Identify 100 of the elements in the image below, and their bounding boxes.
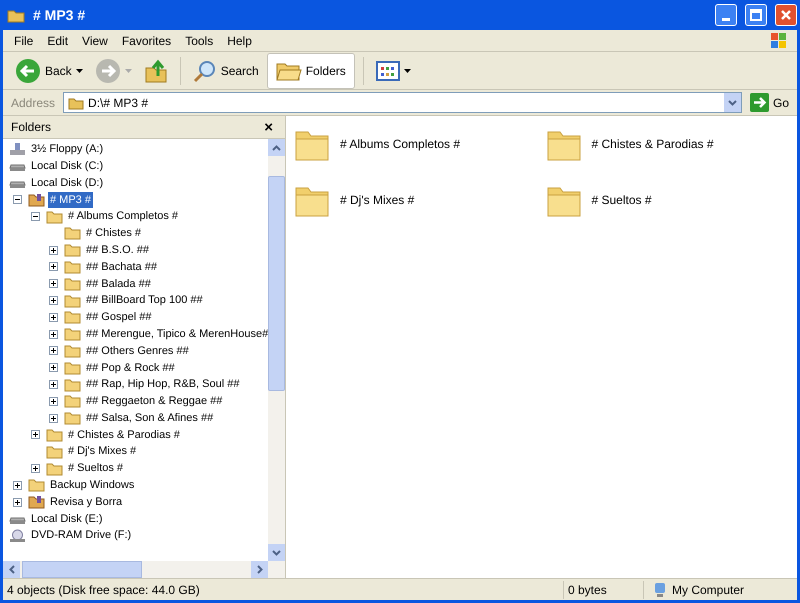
- tree-item[interactable]: ## Merengue, Tipico & MerenHouse#: [84, 326, 268, 342]
- tree-item[interactable]: ## Balada ##: [84, 276, 153, 292]
- horizontal-scrollbar[interactable]: [3, 561, 268, 578]
- folder-icon: [64, 394, 81, 408]
- tree-item[interactable]: # MP3 #: [48, 192, 93, 208]
- status-zone: My Computer: [672, 582, 744, 598]
- tree-item[interactable]: ## Pop & Rock ##: [84, 360, 177, 376]
- menu-item[interactable]: Edit: [40, 32, 76, 50]
- folder-label[interactable]: # Sueltos #: [592, 191, 652, 209]
- chevron-down-icon: [728, 100, 737, 106]
- up-folder-icon[interactable]: [144, 58, 168, 84]
- folder-icon: [28, 478, 45, 492]
- expand-icon[interactable]: [49, 262, 58, 272]
- tree-item[interactable]: ## B.S.O. ##: [84, 242, 151, 258]
- windows-logo-icon: [769, 32, 789, 50]
- folder-icon: [64, 226, 81, 240]
- tree-item[interactable]: 3½ Floppy (A:): [29, 141, 106, 158]
- expand-icon[interactable]: [49, 380, 58, 390]
- search-icon: [192, 58, 217, 82]
- tree-item[interactable]: # Chistes & Parodias #: [66, 426, 182, 444]
- menu-item[interactable]: Favorites: [114, 32, 178, 50]
- folder-label[interactable]: # Chistes & Parodias #: [592, 135, 714, 153]
- address-label: Address: [10, 94, 56, 112]
- pane-title: Folders: [11, 119, 52, 136]
- tree-item[interactable]: ## Rap, Hip Hop, R&B, Soul ##: [84, 376, 242, 393]
- tree-item[interactable]: Local Disk (E:): [29, 510, 105, 528]
- tree-item[interactable]: ## Reggaeton & Reggae ##: [84, 393, 224, 410]
- dropdown-caret-icon: [76, 68, 83, 72]
- expand-icon[interactable]: [49, 396, 58, 406]
- search-button[interactable]: Search: [188, 56, 263, 86]
- tree-item[interactable]: ## Others Genres ##: [84, 342, 191, 360]
- expand-icon[interactable]: [31, 430, 40, 440]
- expand-icon[interactable]: [13, 498, 22, 507]
- expand-icon[interactable]: [49, 279, 58, 288]
- collapse-icon[interactable]: [31, 212, 40, 222]
- folder-icon: [46, 444, 63, 459]
- folder-icon: [46, 462, 63, 476]
- tree-item[interactable]: Backup Windows: [48, 477, 136, 494]
- folder-icon: [64, 310, 81, 324]
- folder-icon: [64, 294, 81, 308]
- back-button[interactable]: Back: [11, 56, 87, 86]
- expand-icon[interactable]: [13, 480, 22, 490]
- status-size: 0 bytes: [563, 580, 643, 598]
- menu-item[interactable]: File: [7, 32, 40, 50]
- chevron-up-icon: [272, 144, 281, 150]
- folder-icon: [64, 360, 81, 375]
- views-icon: [376, 60, 400, 80]
- tree-item[interactable]: ## Bachata ##: [84, 258, 159, 276]
- expand-icon[interactable]: [49, 330, 58, 339]
- tree-item[interactable]: Local Disk (D:): [29, 174, 106, 192]
- status-text: 4 objects (Disk free space: 44.0 GB): [6, 582, 201, 598]
- folders-button[interactable]: Folders: [266, 52, 355, 88]
- tree-item[interactable]: ## BillBoard Top 100 ##: [84, 292, 205, 309]
- address-field[interactable]: D:\# MP3 #: [63, 92, 742, 113]
- tree-item[interactable]: # Albums Completos #: [66, 208, 180, 225]
- expand-icon[interactable]: [49, 363, 58, 372]
- expand-icon[interactable]: [31, 464, 40, 474]
- tree-item[interactable]: # Chistes #: [84, 225, 144, 242]
- vertical-scrollbar[interactable]: [268, 139, 285, 578]
- maximize-button[interactable]: [745, 4, 767, 26]
- expand-icon[interactable]: [49, 414, 58, 423]
- folder-icon: [64, 327, 81, 342]
- chevron-right-icon: [256, 565, 262, 574]
- menu-item[interactable]: View: [75, 32, 115, 50]
- close-button[interactable]: ×: [260, 120, 277, 134]
- dropdown-caret-icon: [404, 68, 411, 72]
- menu-item[interactable]: Help: [220, 32, 259, 50]
- expand-icon[interactable]: [49, 296, 58, 306]
- tree-item[interactable]: # Sueltos #: [66, 460, 126, 477]
- minimize-button[interactable]: [715, 4, 737, 26]
- go-button[interactable]: Go: [746, 93, 793, 112]
- chevron-left-icon: [8, 565, 14, 574]
- tree-item[interactable]: Local Disk (C:): [29, 158, 106, 174]
- chevron-down-icon: [272, 550, 281, 556]
- expand-icon[interactable]: [49, 246, 58, 255]
- folder-icon: [64, 276, 81, 291]
- computer-icon: [652, 582, 668, 598]
- folder-icon: [28, 495, 45, 510]
- tree-item[interactable]: ## Salsa, Son & Afines ##: [84, 410, 216, 426]
- folder-icon: [276, 60, 302, 80]
- disc-drive-icon: [9, 528, 26, 543]
- floppy-drive-icon: [9, 142, 26, 156]
- tree-item[interactable]: Revisa y Borra: [48, 494, 124, 510]
- tree-item[interactable]: DVD-RAM Drive (F:): [29, 527, 134, 544]
- close-icon: [780, 9, 792, 21]
- tree-item[interactable]: # Dj's Mixes #: [66, 443, 138, 460]
- folder-icon: [64, 344, 81, 358]
- expand-icon[interactable]: [49, 346, 58, 356]
- folder-label[interactable]: # Dj's Mixes #: [340, 191, 414, 209]
- folder-icon: [46, 428, 63, 442]
- expand-icon[interactable]: [49, 312, 58, 322]
- folder-icon: [7, 8, 25, 22]
- close-button[interactable]: [775, 4, 797, 26]
- collapse-icon[interactable]: [13, 195, 22, 204]
- tree-item[interactable]: ## Gospel ##: [84, 309, 154, 326]
- menu-item[interactable]: Tools: [178, 32, 220, 50]
- folder-label[interactable]: # Albums Completos #: [340, 135, 460, 153]
- dropdown-button[interactable]: [724, 93, 741, 112]
- folder-icon: [28, 192, 45, 207]
- folder-icon: [64, 243, 81, 258]
